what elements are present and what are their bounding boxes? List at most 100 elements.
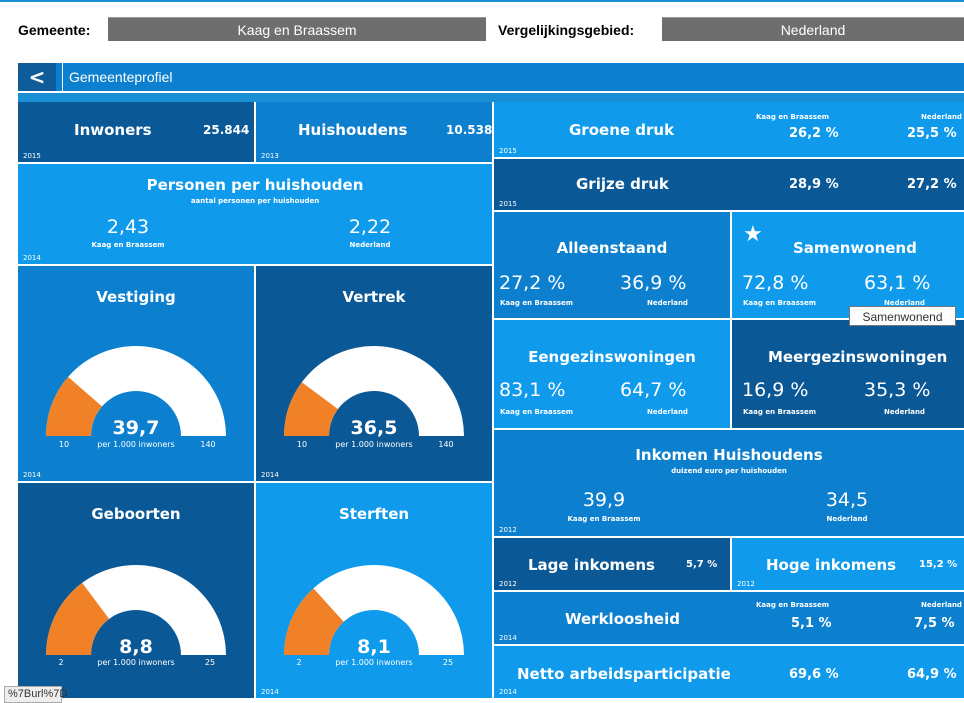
tile-year: 2015 (23, 152, 41, 160)
tile-year: 2014 (261, 471, 279, 479)
tile-year: 2014 (499, 634, 517, 642)
local-label: Kaag en Braassem (500, 408, 574, 416)
tile-year: 2015 (499, 200, 517, 208)
gauge-max: 140 (438, 440, 453, 449)
tile-lage-inkomens[interactable]: Lage inkomens 5,7 % 2012 (494, 538, 730, 590)
local-value: 28,9 % (789, 177, 839, 192)
tile-inwoners[interactable]: Inwoners 25.844 2015 (18, 102, 254, 162)
nl-value: 63,1 % (864, 272, 931, 294)
vergelijkingsgebied-select[interactable]: Nederland (662, 17, 964, 41)
tile-vestiging[interactable]: Vestiging 39,7 per 1.000 inwoners 10 140… (18, 266, 254, 481)
back-button[interactable]: < (18, 63, 56, 91)
tile-value: 15,2 % (919, 559, 958, 570)
tile-title: Samenwonend (793, 239, 917, 257)
vergelijkingsgebied-label: Vergelijkingsgebied: (498, 22, 635, 38)
tile-year: 2013 (261, 152, 279, 160)
tile-personen-per-huishouden[interactable]: Personen per huishouden aantal personen … (18, 164, 492, 264)
gauge: 36,5 per 1.000 inwoners 10 140 (284, 346, 464, 449)
gauge: 39,7 per 1.000 inwoners 10 140 (46, 346, 226, 449)
gauge-value: 8,1 (357, 636, 391, 658)
nl-value: 7,5 % (914, 616, 955, 631)
tile-title: Personen per huishouden (146, 176, 364, 194)
nl-label: Nederland (921, 601, 962, 609)
nl-value: 64,7 % (620, 379, 687, 401)
local-label: Kaag en Braassem (567, 515, 641, 523)
tile-value: 25.844 (203, 123, 250, 137)
tile-subtitle: aantal personen per huishouden (190, 197, 320, 205)
gauge-unit: per 1.000 inwoners (97, 658, 174, 667)
gemeente-select[interactable]: Kaag en Braassem (108, 17, 486, 41)
local-label: Kaag en Braassem (91, 241, 165, 249)
nl-label: Nederland (884, 408, 925, 416)
nl-value: 2,22 (348, 216, 392, 238)
gauge-value: 36,5 (351, 417, 398, 439)
tile-title: Inwoners (74, 121, 152, 139)
gauge: 8,1 per 1.000 inwoners 2 25 (284, 565, 464, 667)
local-label: Kaag en Braassem (756, 601, 830, 609)
gauge-min: 10 (297, 440, 307, 449)
tile-title: Lage inkomens (528, 556, 655, 574)
nl-value: 25,5 % (907, 126, 957, 141)
page-title: Gemeenteprofiel (62, 63, 173, 91)
gauge-min: 2 (58, 658, 63, 667)
tile-title: Hoge inkomens (766, 556, 897, 574)
gauge-value: 39,7 (113, 417, 160, 439)
local-label: Kaag en Braassem (500, 299, 574, 307)
tile-year: 2012 (499, 526, 517, 534)
local-value: 5,1 % (791, 616, 832, 631)
tile-title: Netto arbeidsparticipatie (517, 665, 731, 683)
tile-value: 5,7 % (686, 559, 718, 570)
tile-samenwonend[interactable]: Samenwonend 72,8 % Kaag en Braassem 63,1… (732, 212, 964, 318)
nl-value: 35,3 % (864, 379, 931, 401)
gauge-unit: per 1.000 inwoners (335, 440, 412, 449)
gauge-min: 2 (296, 658, 301, 667)
local-label: Kaag en Braassem (743, 408, 817, 416)
local-value: 27,2 % (499, 272, 566, 294)
gauge-value: 8,8 (119, 636, 153, 658)
tile-year: 2014 (23, 254, 41, 262)
tile-werkloosheid[interactable]: Werkloosheid Kaag en Braassem 5,1 % Nede… (494, 592, 964, 644)
favorite-star-icon[interactable]: ★ (743, 222, 763, 247)
tile-subtitle: duizend euro per huishouden (671, 467, 787, 475)
local-value: 26,2 % (789, 126, 839, 141)
tile-hoge-inkomens[interactable]: Hoge inkomens 15,2 % 2012 (732, 538, 964, 590)
tile-vertrek[interactable]: Vertrek 36,5 per 1.000 inwoners 10 140 2… (256, 266, 492, 481)
tile-netto-arbeidsparticipatie[interactable]: Netto arbeidsparticipatie 69,6 % 64,9 % … (494, 646, 964, 698)
tile-sterften[interactable]: Sterften 8,1 per 1.000 inwoners 2 25 201… (256, 483, 492, 698)
tile-meergezinswoningen[interactable]: Meergezinswoningen 16,9 % Kaag en Braass… (732, 320, 964, 428)
tile-title: Alleenstaand (556, 239, 668, 257)
tile-title: Groene druk (569, 121, 675, 139)
local-value: 16,9 % (742, 379, 809, 401)
tile-title: Grijze druk (576, 175, 669, 193)
gauge-min: 10 (59, 440, 69, 449)
local-value: 69,6 % (789, 667, 839, 682)
gauge-max: 140 (200, 440, 215, 449)
local-label: Kaag en Braassem (756, 113, 830, 121)
nl-label: Nederland (647, 408, 688, 416)
tile-year: 2015 (499, 147, 517, 155)
tile-alleenstaand[interactable]: Alleenstaand 27,2 % Kaag en Braassem 36,… (494, 212, 730, 318)
tile-year: 2012 (499, 580, 517, 588)
gauge-unit: per 1.000 inwoners (97, 440, 174, 449)
tile-year: 2012 (737, 580, 755, 588)
tile-title: Werkloosheid (565, 610, 680, 628)
nl-label: Nederland (921, 113, 962, 121)
nl-label: Nederland (349, 241, 391, 249)
tile-title: Meergezinswoningen (768, 348, 948, 366)
tile-eengezinswoningen[interactable]: Eengezinswoningen 83,1 % Kaag en Braasse… (494, 320, 730, 428)
nl-label: Nederland (826, 515, 868, 523)
tile-title: Inkomen Huishoudens (635, 446, 823, 464)
tile-geboorten[interactable]: Geboorten 8,8 per 1.000 inwoners 2 25 (18, 483, 254, 698)
tile-inkomen-huishoudens[interactable]: Inkomen Huishoudens duizend euro per hui… (494, 430, 964, 536)
tile-huishoudens[interactable]: Huishoudens 10.538 2013 (256, 102, 492, 162)
nl-value: 34,5 (825, 489, 869, 511)
tooltip: Samenwonend (849, 306, 956, 326)
local-value: 39,9 (582, 489, 626, 511)
gauge-unit: per 1.000 inwoners (335, 658, 412, 667)
tile-groene-druk[interactable]: Groene druk Kaag en Braassem 26,2 % Nede… (494, 102, 964, 157)
top-accent-line (0, 0, 964, 2)
tile-grijze-druk[interactable]: Grijze druk 28,9 % 27,2 % 2015 (494, 159, 964, 210)
gauge-max: 25 (205, 658, 215, 667)
local-value: 83,1 % (499, 379, 566, 401)
tile-value: 10.538 (446, 123, 492, 137)
